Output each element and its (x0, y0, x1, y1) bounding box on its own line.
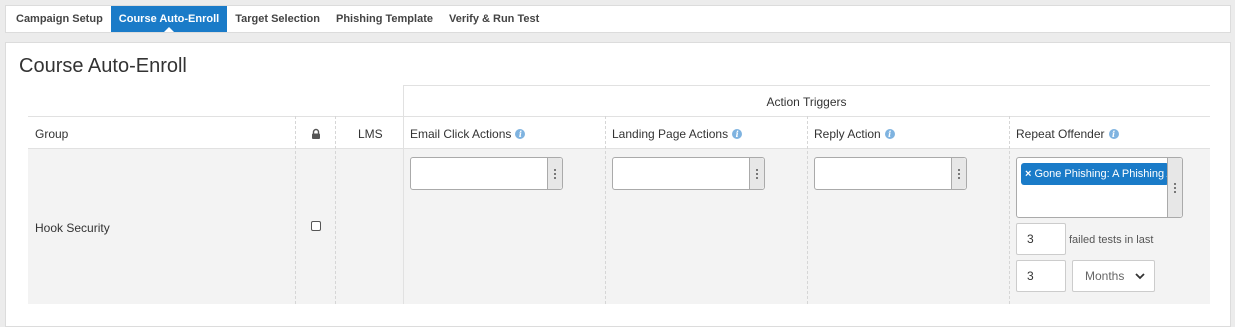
kebab-icon[interactable] (1167, 158, 1182, 217)
reply-action-select[interactable] (814, 157, 967, 190)
wizard-tabs: Campaign Setup Course Auto-Enroll Target… (5, 5, 1231, 33)
landing-page-actions-select[interactable] (612, 157, 765, 190)
repeat-offender-course-select[interactable]: × Gone Phishing: A Phishing Awareness Co… (1016, 157, 1183, 218)
tab-course-auto-enroll[interactable]: Course Auto-Enroll (110, 6, 228, 32)
selected-course-chip[interactable]: × Gone Phishing: A Phishing Awareness Co… (1021, 163, 1169, 185)
email-click-actions-select[interactable] (410, 157, 563, 190)
failed-tests-label: failed tests in last (1069, 234, 1154, 246)
period-unit-select[interactable]: Months (1072, 260, 1155, 292)
group-checkbox[interactable] (311, 221, 321, 231)
lock-icon (312, 128, 320, 139)
tab-phishing-template[interactable]: Phishing Template (328, 6, 441, 32)
page-title: Course Auto-Enroll (19, 55, 187, 77)
kebab-icon[interactable] (749, 158, 764, 189)
period-count-input[interactable]: 3 (1016, 260, 1066, 292)
info-icon[interactable]: i (732, 129, 743, 139)
column-header-lms: LMS (358, 127, 383, 141)
content-panel: Course Auto-Enroll Action Triggers Group… (5, 42, 1231, 327)
column-header-email-click-actions: Email Click Actions i (410, 127, 526, 141)
tab-verify-run-test[interactable]: Verify & Run Test (441, 6, 547, 32)
tab-target-selection[interactable]: Target Selection (227, 6, 328, 32)
column-header-group: Group (35, 127, 69, 141)
group-name: Hook Security (35, 221, 110, 235)
chevron-down-icon (1135, 273, 1145, 280)
action-triggers-header: Action Triggers (766, 95, 847, 109)
info-icon[interactable]: i (884, 129, 895, 139)
info-icon[interactable]: i (515, 129, 526, 139)
failed-count-input[interactable]: 3 (1016, 223, 1066, 255)
tab-campaign-setup[interactable]: Campaign Setup (8, 6, 111, 32)
column-header-repeat-offender: Repeat Offender i (1016, 127, 1119, 141)
info-icon[interactable]: i (1108, 129, 1119, 139)
kebab-icon[interactable] (547, 158, 562, 189)
column-header-landing-page-actions: Landing Page Actions i (612, 127, 743, 141)
remove-chip-icon[interactable]: × (1025, 168, 1031, 180)
kebab-icon[interactable] (951, 158, 966, 189)
selected-course-label: Gone Phishing: A Phishing Awareness Cour… (1034, 168, 1169, 180)
column-header-reply-action: Reply Action i (814, 127, 895, 141)
auto-enroll-table: Action Triggers Group LMS Email Click Ac… (28, 85, 1210, 305)
